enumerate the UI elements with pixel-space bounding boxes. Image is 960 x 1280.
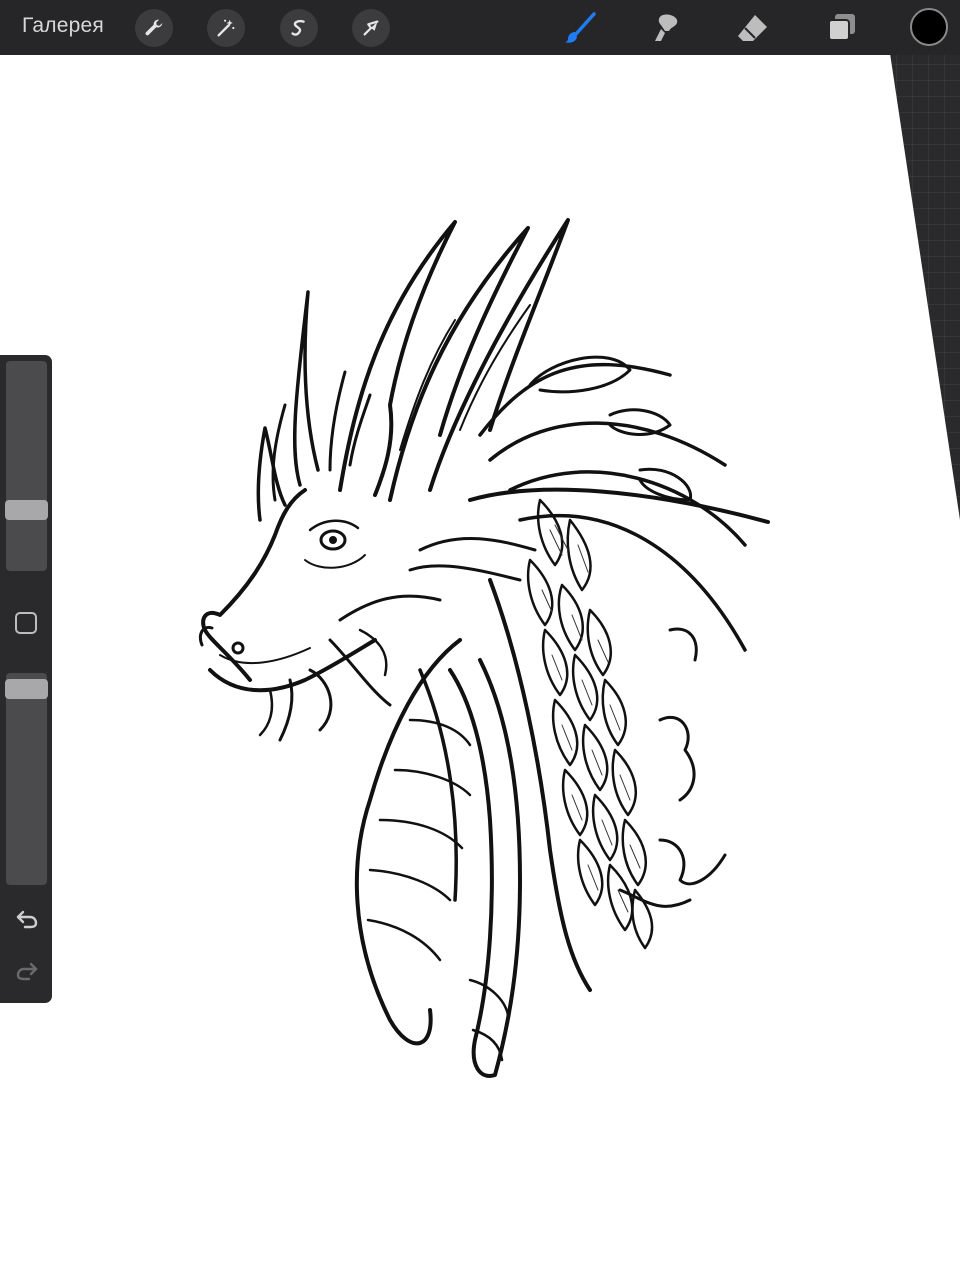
redo-icon [16, 962, 38, 981]
selection-icon [291, 19, 305, 36]
undo-button[interactable] [13, 905, 41, 933]
smudge-icon [655, 14, 678, 41]
dragon-drawing [198, 218, 770, 1078]
eraser-icon [738, 15, 767, 41]
color-picker-button[interactable] [910, 8, 948, 46]
move-arrow-icon [363, 20, 379, 36]
wrench-icon [145, 19, 163, 36]
dragon-tendril-2 [418, 668, 458, 902]
transform-button[interactable] [352, 9, 390, 47]
eraser-tool-button[interactable] [733, 8, 773, 48]
redo-button[interactable] [13, 957, 41, 985]
opacity-slider[interactable] [5, 673, 48, 885]
smudge-tool-button[interactable] [646, 8, 686, 48]
brush-tool-button[interactable] [560, 8, 600, 48]
opacity-slider-thumb[interactable] [5, 679, 48, 699]
dragon-head-outline [201, 488, 307, 682]
selection-button[interactable] [280, 9, 318, 47]
dragon-scales [526, 498, 654, 950]
adjustments-button[interactable] [207, 9, 245, 47]
magic-wand-icon [217, 19, 235, 37]
gallery-button[interactable]: Галерея [22, 14, 104, 38]
dragon-nostril [231, 641, 245, 655]
brush-icon [565, 12, 596, 43]
top-toolbar: Галерея [0, 0, 960, 55]
layers-button[interactable] [822, 8, 862, 48]
brush-size-slider[interactable] [5, 361, 48, 571]
left-sidebar [0, 355, 52, 1003]
dragon-horn-2 [388, 226, 530, 502]
actions-button[interactable] [135, 9, 173, 47]
layers-icon [828, 14, 855, 41]
dragon-neck-outline [354, 638, 462, 1046]
modifier-button[interactable] [15, 612, 37, 634]
dragon-tendril-1 [448, 658, 522, 1078]
procreate-app: Галерея [0, 0, 960, 1280]
brush-size-slider-thumb[interactable] [5, 500, 48, 520]
undo-icon [16, 910, 38, 929]
